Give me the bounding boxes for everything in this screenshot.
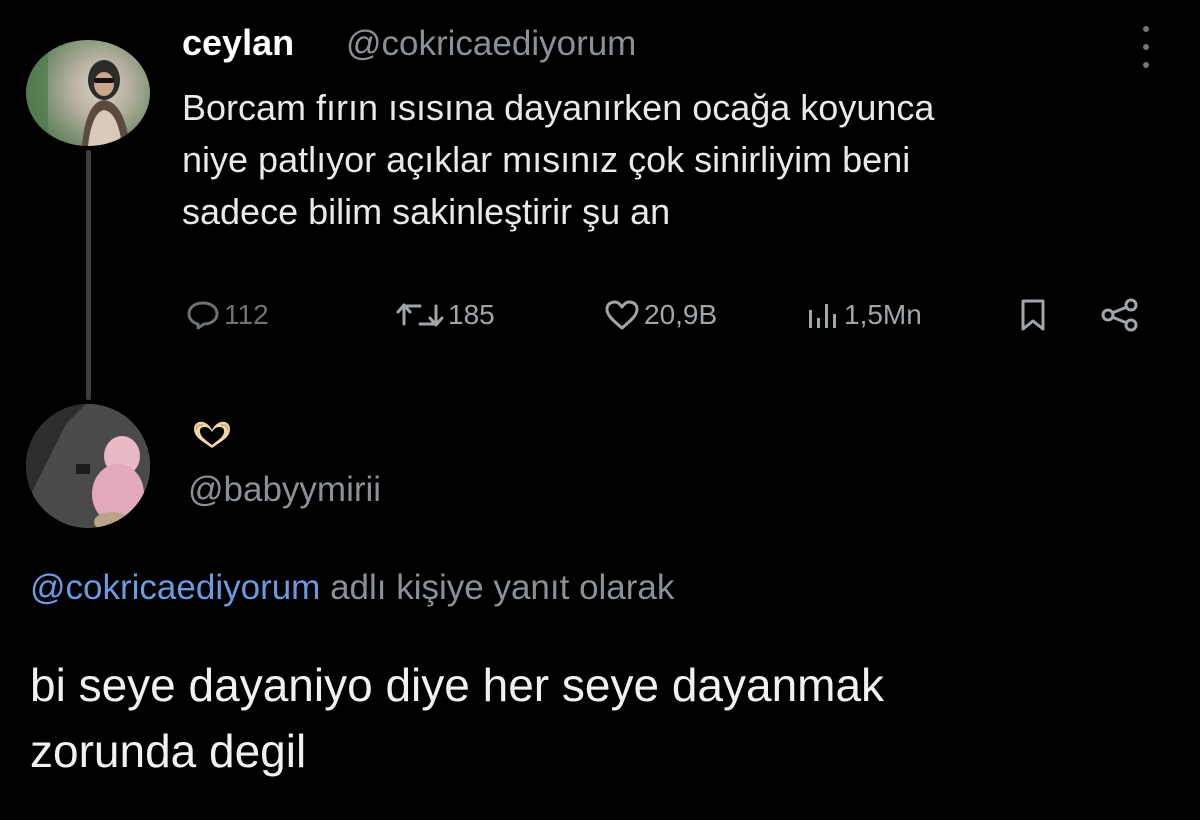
retweet-count: 185 (448, 299, 495, 330)
more-vertical-icon[interactable] (1138, 26, 1154, 68)
bookmark-icon (1021, 299, 1045, 331)
reply-context-mention[interactable]: @cokricaediyorum (30, 568, 320, 607)
reply-text-line: zorunda degil (30, 725, 307, 777)
reply-context: @cokricaediyorum adlı kişiye yanıt olara… (30, 568, 674, 608)
heart-hands-emoji-icon (188, 418, 236, 454)
like-count: 20,9B (644, 299, 718, 330)
reply-text: bi seye dayaniyo diye her seye dayanmak … (30, 652, 1180, 784)
tweet-text-line: sadece bilim sakinleştirir şu an (182, 191, 671, 232)
reply-author-avatar[interactable] (26, 404, 150, 528)
heart-icon (605, 300, 639, 330)
author-handle[interactable]: @cokricaediyorum (346, 24, 636, 64)
reply-button[interactable]: 112 (186, 290, 269, 340)
comment-bubble-icon (187, 301, 219, 330)
bar-chart-icon (809, 304, 836, 328)
retweet-button[interactable]: 185 (396, 290, 495, 340)
author-name[interactable]: ceylan (182, 22, 294, 64)
view-count: 1,5Mn (844, 299, 922, 330)
bookmark-button[interactable] (1018, 290, 1048, 340)
views-button[interactable]: 1,5Mn (806, 290, 922, 340)
retweet-icon (396, 303, 444, 327)
reply-text-line: bi seye dayaniyo diye her seye dayanmak (30, 659, 885, 711)
reply-context-text: adlı kişiye yanıt olarak (320, 568, 675, 607)
reply-count: 112 (224, 299, 269, 330)
tweet-text: Borcam fırın ısısına dayanırken ocağa ko… (182, 82, 1182, 238)
share-button[interactable] (1100, 290, 1140, 340)
author-avatar[interactable] (26, 40, 150, 146)
like-button[interactable]: 20,9B (604, 290, 717, 340)
tweet-text-line: niye patlıyor açıklar mısınız çok sinirl… (182, 139, 911, 180)
thread-connector-line (86, 150, 91, 400)
tweet-text-line: Borcam fırın ısısına dayanırken ocağa ko… (182, 87, 935, 128)
reply-author-handle[interactable]: @babyymirii (188, 470, 381, 510)
avatar-photo (26, 404, 150, 528)
avatar-photo (26, 40, 130, 146)
share-icon (1101, 298, 1138, 332)
